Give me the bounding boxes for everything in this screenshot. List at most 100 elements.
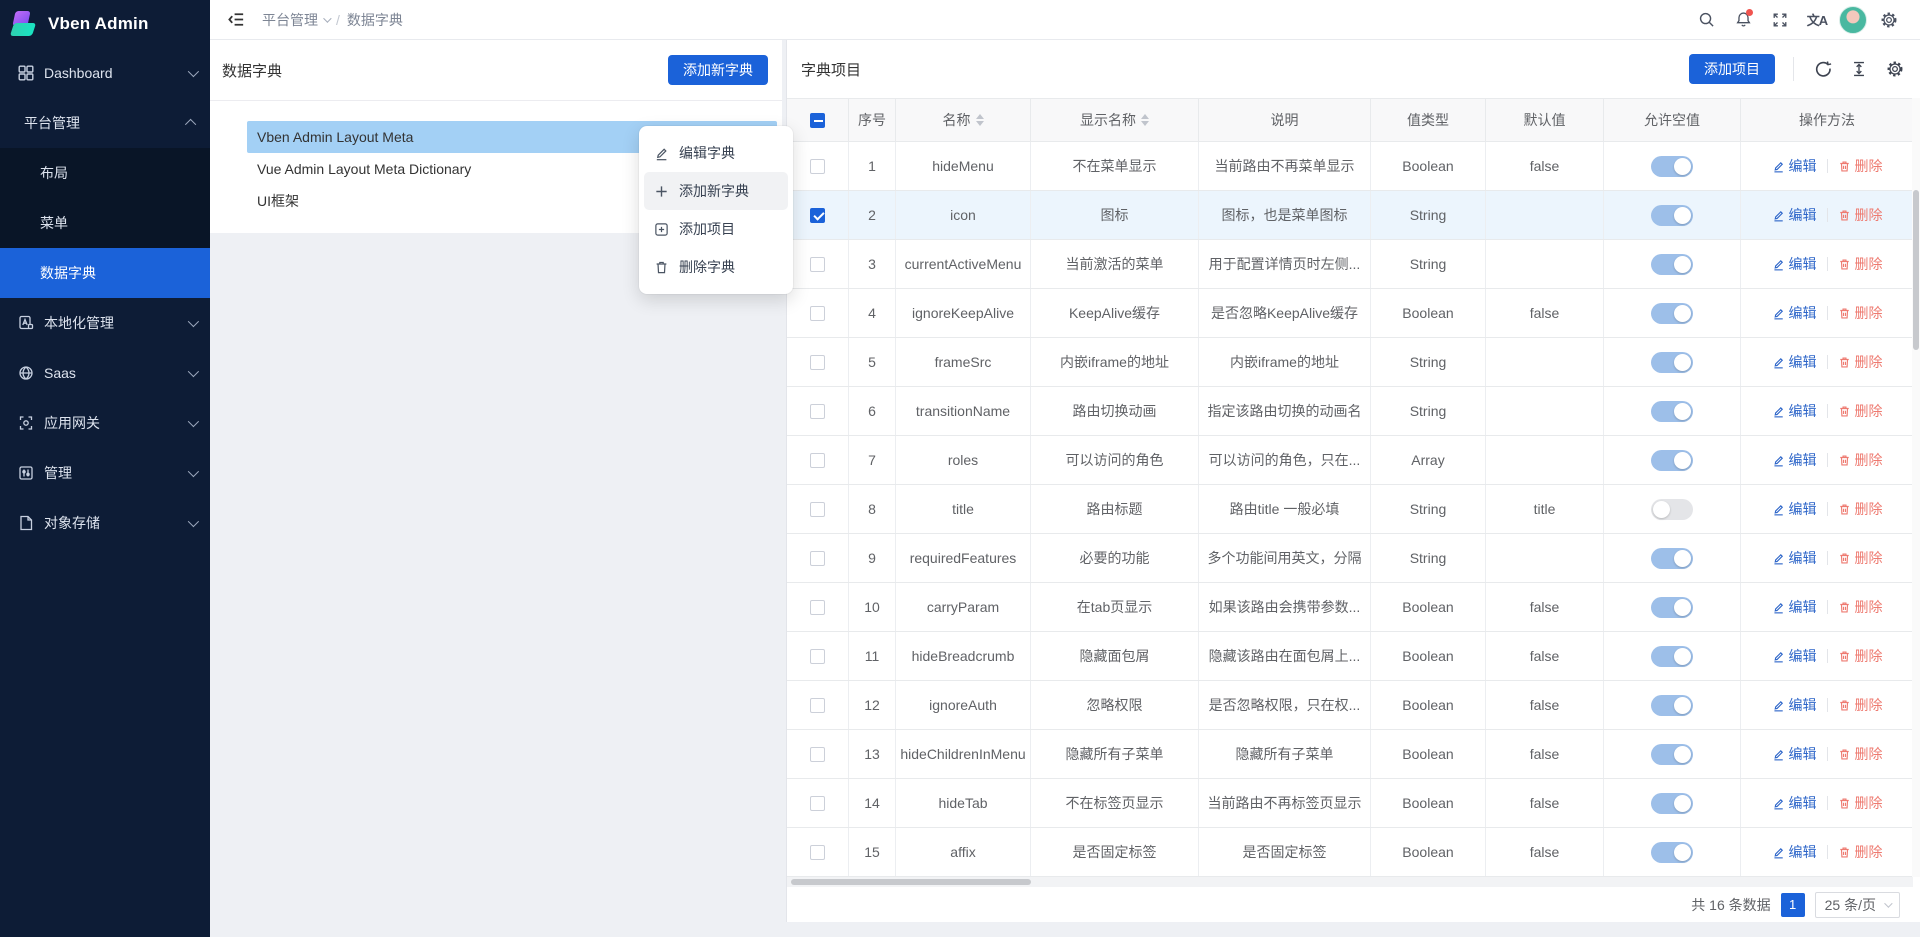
allow-empty-toggle[interactable]: [1651, 695, 1693, 716]
delete-button[interactable]: 删除: [1838, 842, 1883, 862]
edit-button[interactable]: 编辑: [1772, 695, 1817, 715]
allow-empty-toggle[interactable]: [1651, 450, 1693, 471]
delete-button[interactable]: 删除: [1838, 303, 1883, 323]
edit-button[interactable]: 编辑: [1772, 205, 1817, 225]
delete-button[interactable]: 删除: [1838, 352, 1883, 372]
edit-button[interactable]: 编辑: [1772, 352, 1817, 372]
row-checkbox[interactable]: [810, 208, 825, 223]
sidebar-item-data-dictionary[interactable]: 数据字典: [0, 248, 210, 298]
delete-button[interactable]: 删除: [1838, 156, 1883, 176]
sort-icon[interactable]: [1141, 114, 1149, 126]
edit-button[interactable]: 编辑: [1772, 744, 1817, 764]
delete-button[interactable]: 删除: [1838, 695, 1883, 715]
row-checkbox[interactable]: [810, 306, 825, 321]
row-checkbox[interactable]: [810, 404, 825, 419]
edit-button[interactable]: 编辑: [1772, 156, 1817, 176]
search-icon[interactable]: [1691, 5, 1721, 35]
scrollbar-thumb[interactable]: [791, 879, 1031, 885]
row-checkbox[interactable]: [810, 551, 825, 566]
allow-empty-toggle[interactable]: [1651, 646, 1693, 667]
edit-button[interactable]: 编辑: [1772, 450, 1817, 470]
sidebar-item-platform[interactable]: 平台管理: [0, 98, 210, 148]
delete-button[interactable]: 删除: [1838, 646, 1883, 666]
sidebar-item-dashboard[interactable]: Dashboard: [0, 48, 210, 98]
allow-empty-toggle[interactable]: [1651, 842, 1693, 863]
refresh-icon[interactable]: [1812, 58, 1834, 80]
row-checkbox[interactable]: [810, 355, 825, 370]
delete-button[interactable]: 删除: [1838, 499, 1883, 519]
row-checkbox[interactable]: [810, 845, 825, 860]
row-checkbox[interactable]: [810, 159, 825, 174]
row-checkbox[interactable]: [810, 698, 825, 713]
allow-empty-toggle[interactable]: [1651, 254, 1693, 275]
edit-button[interactable]: 编辑: [1772, 842, 1817, 862]
edit-button[interactable]: 编辑: [1772, 646, 1817, 666]
edit-button[interactable]: 编辑: [1772, 499, 1817, 519]
avatar[interactable]: [1839, 6, 1867, 34]
allow-empty-toggle[interactable]: [1651, 352, 1693, 373]
row-checkbox[interactable]: [810, 649, 825, 664]
edit-button[interactable]: 编辑: [1772, 548, 1817, 568]
column-header-display-name[interactable]: 显示名称: [1031, 99, 1199, 141]
edit-button[interactable]: 编辑: [1772, 401, 1817, 421]
allow-empty-toggle[interactable]: [1651, 303, 1693, 324]
edit-button[interactable]: 编辑: [1772, 597, 1817, 617]
sidebar-item-saas[interactable]: Saas: [0, 348, 210, 398]
row-height-icon[interactable]: [1848, 58, 1870, 80]
row-checkbox[interactable]: [810, 502, 825, 517]
delete-button[interactable]: 删除: [1838, 597, 1883, 617]
allow-empty-toggle[interactable]: [1651, 793, 1693, 814]
allow-empty-toggle[interactable]: [1651, 744, 1693, 765]
delete-button[interactable]: 删除: [1838, 548, 1883, 568]
translate-icon[interactable]: 文A: [1802, 5, 1832, 35]
edit-button[interactable]: 编辑: [1772, 254, 1817, 274]
context-menu-item[interactable]: 添加新字典: [644, 172, 788, 210]
add-item-button[interactable]: 添加项目: [1689, 54, 1775, 84]
sidebar-collapse-icon[interactable]: [224, 8, 248, 32]
row-checkbox[interactable]: [810, 747, 825, 762]
cell-no: 3: [849, 240, 896, 288]
edit-button[interactable]: 编辑: [1772, 793, 1817, 813]
allow-empty-toggle[interactable]: [1651, 597, 1693, 618]
sidebar-item-object-storage[interactable]: 对象存储: [0, 498, 210, 548]
delete-button[interactable]: 删除: [1838, 450, 1883, 470]
context-menu-item[interactable]: 删除字典: [644, 248, 788, 286]
page-number-button[interactable]: 1: [1781, 893, 1805, 917]
row-checkbox[interactable]: [810, 600, 825, 615]
allow-empty-toggle[interactable]: [1651, 156, 1693, 177]
delete-button[interactable]: 删除: [1838, 744, 1883, 764]
scrollbar-thumb[interactable]: [1913, 190, 1919, 350]
delete-button[interactable]: 删除: [1838, 205, 1883, 225]
row-checkbox[interactable]: [810, 257, 825, 272]
vertical-scrollbar[interactable]: [1912, 98, 1920, 877]
breadcrumb-parent[interactable]: 平台管理: [262, 10, 329, 30]
bell-icon[interactable]: [1728, 5, 1758, 35]
select-all-checkbox[interactable]: [787, 99, 849, 141]
sidebar-item-layout[interactable]: 布局: [0, 148, 210, 198]
allow-empty-toggle[interactable]: [1651, 499, 1693, 520]
allow-empty-toggle[interactable]: [1651, 205, 1693, 226]
delete-button[interactable]: 删除: [1838, 401, 1883, 421]
sidebar-item-localization[interactable]: 本地化管理: [0, 298, 210, 348]
sidebar-item-menu[interactable]: 菜单: [0, 198, 210, 248]
allow-empty-toggle[interactable]: [1651, 401, 1693, 422]
gear-icon[interactable]: [1884, 58, 1906, 80]
page-size-select[interactable]: 25 条/页: [1815, 892, 1900, 918]
row-checkbox[interactable]: [810, 796, 825, 811]
column-header-name[interactable]: 名称: [896, 99, 1031, 141]
context-menu-item[interactable]: 添加项目: [644, 210, 788, 248]
context-menu-item[interactable]: 编辑字典: [644, 134, 788, 172]
app-logo[interactable]: Vben Admin: [0, 0, 210, 48]
row-checkbox[interactable]: [810, 453, 825, 468]
sidebar-item-manage[interactable]: 管理: [0, 448, 210, 498]
allow-empty-toggle[interactable]: [1651, 548, 1693, 569]
delete-button[interactable]: 删除: [1838, 793, 1883, 813]
delete-button[interactable]: 删除: [1838, 254, 1883, 274]
add-dictionary-button[interactable]: 添加新字典: [668, 55, 768, 85]
gear-icon[interactable]: [1874, 5, 1904, 35]
horizontal-scrollbar[interactable]: [787, 877, 1913, 887]
sort-icon[interactable]: [976, 114, 984, 126]
sidebar-item-gateway[interactable]: 应用网关: [0, 398, 210, 448]
fullscreen-icon[interactable]: [1765, 5, 1795, 35]
edit-button[interactable]: 编辑: [1772, 303, 1817, 323]
